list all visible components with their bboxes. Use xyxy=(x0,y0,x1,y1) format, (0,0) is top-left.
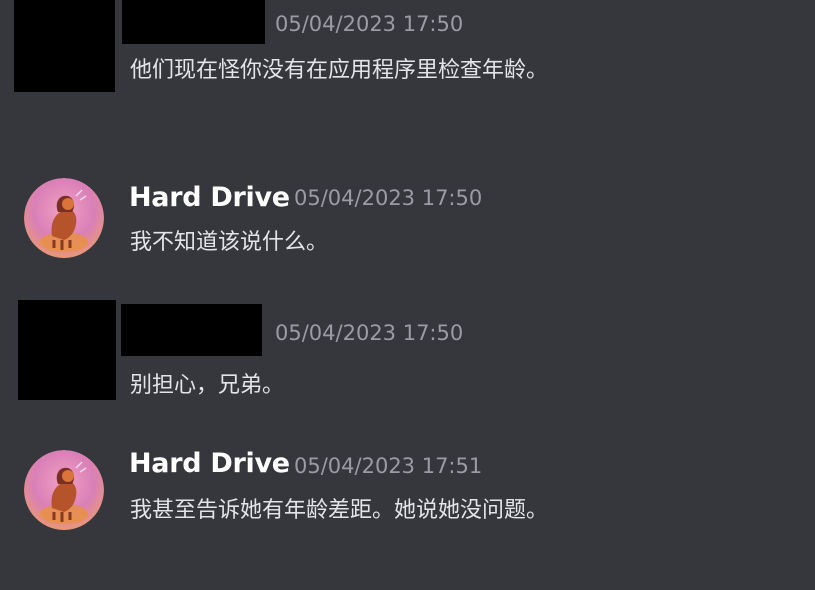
redacted-username[interactable] xyxy=(122,0,265,44)
message-username[interactable]: Hard Drive xyxy=(129,181,290,215)
chat-message: 05/04/2023 17:50 他们现在怪你没有在应用程序里检查年龄。 xyxy=(0,0,815,140)
redacted-avatar[interactable] xyxy=(14,0,115,92)
message-text: 我甚至告诉她有年龄差距。她说她没问题。 xyxy=(130,498,549,523)
chat-message-list: 05/04/2023 17:50 他们现在怪你没有在应用程序里检查年龄。 Har… xyxy=(0,0,815,590)
message-text: 别担心，兄弟。 xyxy=(130,373,285,398)
pony-avatar-icon[interactable] xyxy=(24,178,104,258)
redacted-username[interactable] xyxy=(121,304,262,356)
pony-avatar-icon[interactable] xyxy=(24,450,104,530)
chat-message: Hard Drive 05/04/2023 17:51 我甚至告诉她有年龄差距。… xyxy=(0,444,815,544)
message-timestamp: 05/04/2023 17:50 xyxy=(275,321,464,345)
chat-message: 05/04/2023 17:50 别担心，兄弟。 xyxy=(0,300,815,410)
message-text: 他们现在怪你没有在应用程序里检查年龄。 xyxy=(130,58,549,83)
redacted-avatar[interactable] xyxy=(18,300,116,400)
message-timestamp: 05/04/2023 17:50 xyxy=(294,186,483,210)
chat-message: Hard Drive 05/04/2023 17:50 我不知道该说什么。 xyxy=(0,176,815,276)
message-timestamp: 05/04/2023 17:50 xyxy=(275,12,464,36)
message-timestamp: 05/04/2023 17:51 xyxy=(294,454,483,478)
message-text: 我不知道该说什么。 xyxy=(130,230,329,255)
message-username[interactable]: Hard Drive xyxy=(129,447,290,481)
